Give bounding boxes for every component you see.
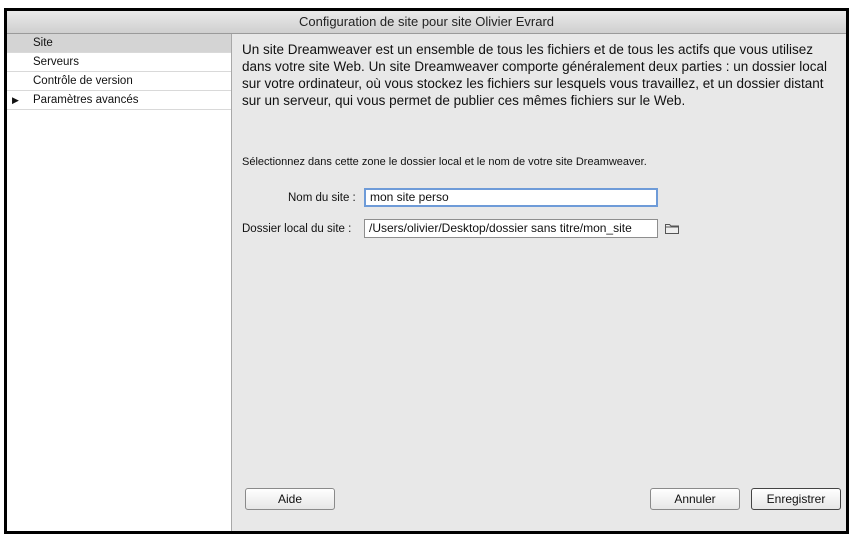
expand-arrow-icon[interactable]: ▶ (12, 91, 19, 110)
folder-icon[interactable] (665, 223, 679, 234)
sidebar-item-label: Site (33, 37, 53, 49)
save-button[interactable]: Enregistrer (751, 488, 841, 510)
sidebar-item-advanced-settings[interactable]: ▶ Paramètres avancés (7, 91, 231, 110)
local-folder-label: Dossier local du site : (242, 223, 352, 235)
site-description: Un site Dreamweaver est un ensemble de t… (242, 42, 828, 108)
instruction-text: Sélectionnez dans cette zone le dossier … (242, 156, 647, 168)
sidebar-item-label: Serveurs (33, 56, 80, 68)
cancel-button[interactable]: Annuler (650, 488, 740, 510)
sidebar-item-version-control[interactable]: Contrôle de version (7, 72, 231, 91)
dialog-title: Configuration de site pour site Olivier … (7, 11, 846, 34)
local-folder-field[interactable]: /Users/olivier/Desktop/dossier sans titr… (364, 219, 658, 238)
site-settings-panel: Un site Dreamweaver est un ensemble de t… (232, 34, 846, 531)
sidebar-item-servers[interactable]: Serveurs (7, 53, 231, 72)
category-sidebar: Site Serveurs Contrôle de version ▶ Para… (7, 34, 232, 531)
site-name-field[interactable]: mon site perso (364, 188, 658, 207)
sidebar-item-site[interactable]: Site (7, 34, 231, 53)
help-button[interactable]: Aide (245, 488, 335, 510)
site-setup-dialog: Configuration de site pour site Olivier … (4, 8, 849, 534)
sidebar-item-label: Paramètres avancés (33, 94, 139, 106)
sidebar-item-label: Contrôle de version (33, 75, 133, 87)
site-name-label: Nom du site : (288, 192, 356, 204)
